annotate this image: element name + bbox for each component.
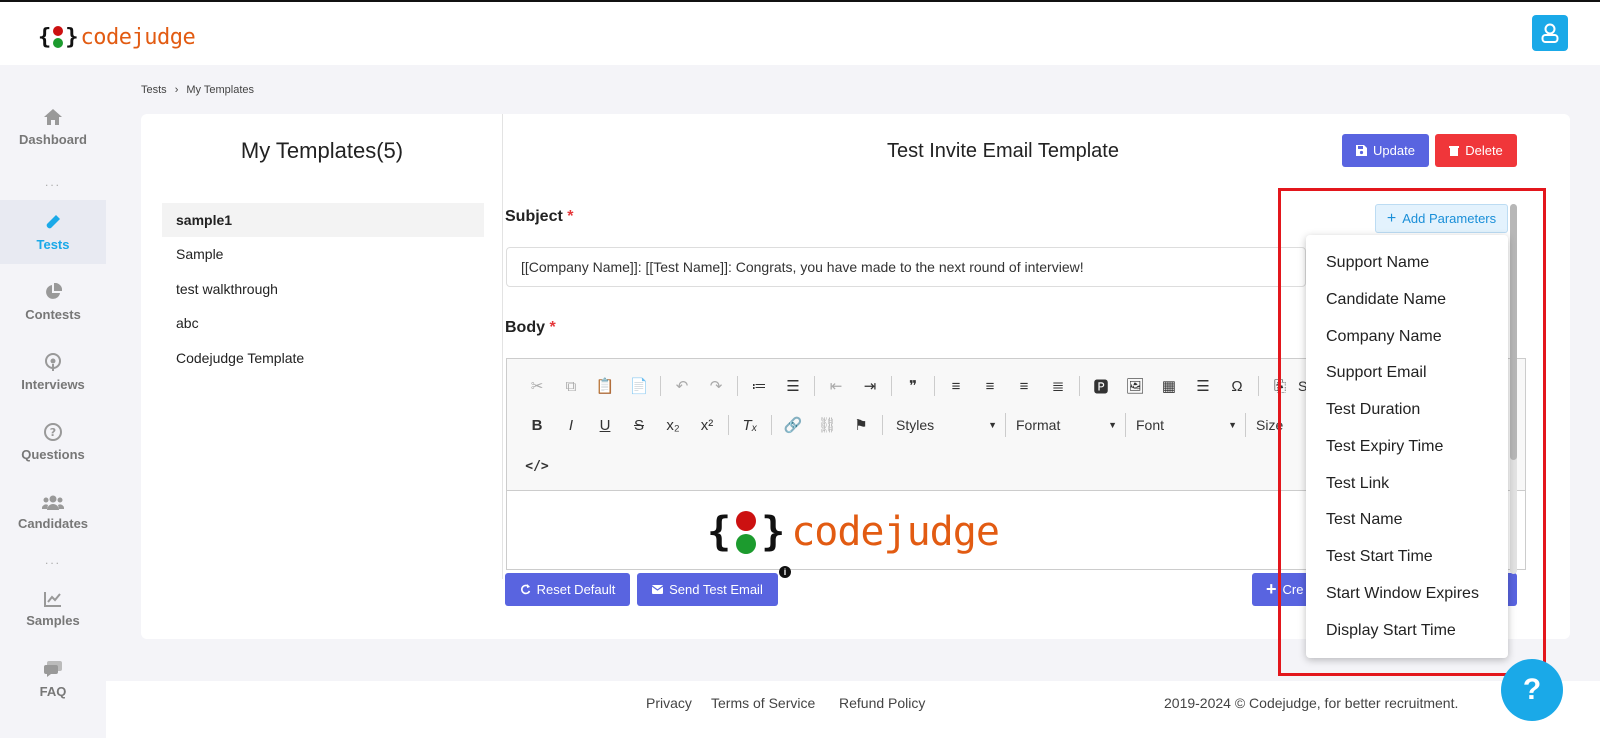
- template-item[interactable]: sample1: [162, 203, 484, 237]
- bulleted-list-icon[interactable]: ☰: [777, 372, 809, 400]
- align-right-icon[interactable]: ≡: [1008, 372, 1040, 400]
- sidebar-item-dashboard[interactable]: Dashboard: [0, 95, 106, 159]
- italic-icon[interactable]: I: [555, 411, 587, 439]
- underline-icon[interactable]: U: [589, 411, 621, 439]
- paragraph-icon[interactable]: 🅿: [1085, 372, 1117, 400]
- code-icon[interactable]: </>: [521, 452, 553, 480]
- delete-button[interactable]: Delete: [1435, 134, 1517, 167]
- podcast-icon: [45, 352, 61, 371]
- top-bar: { } codejudge: [0, 0, 1600, 65]
- table-icon[interactable]: ▦: [1153, 372, 1185, 400]
- styles-dropdown[interactable]: Styles ▼: [888, 413, 1006, 437]
- codejudge-logo[interactable]: { } codejudge: [38, 22, 196, 52]
- special-char-icon[interactable]: Ω: [1221, 372, 1253, 400]
- highlight-box: [1278, 188, 1546, 676]
- horizontal-line-icon[interactable]: ☰: [1187, 372, 1219, 400]
- strikethrough-icon[interactable]: S: [623, 411, 655, 439]
- breadcrumb: Tests › My Templates: [141, 84, 255, 96]
- breadcrumb-current: My Templates: [186, 84, 255, 96]
- save-icon: [1356, 145, 1368, 156]
- indent-icon[interactable]: ⇥: [854, 372, 886, 400]
- format-dropdown[interactable]: Format ▼: [1008, 413, 1126, 437]
- template-item[interactable]: abc: [162, 306, 484, 340]
- template-item[interactable]: test walkthrough: [162, 272, 484, 306]
- subscript-icon[interactable]: x₂: [657, 411, 689, 439]
- sidebar-item-faq[interactable]: FAQ: [0, 647, 106, 711]
- anchor-flag-icon[interactable]: ⚑: [845, 411, 877, 439]
- privacy-link[interactable]: Privacy: [646, 695, 692, 711]
- paste-icon[interactable]: 📋: [589, 372, 621, 400]
- user-icon: [1541, 23, 1559, 43]
- subject-label: Subject *: [505, 208, 574, 225]
- link-icon[interactable]: 🔗: [777, 411, 809, 439]
- question-circle-icon: ?: [44, 422, 62, 441]
- envelope-icon: [652, 585, 664, 594]
- undo-icon[interactable]: ↶: [666, 372, 698, 400]
- align-left-icon[interactable]: ≡: [940, 372, 972, 400]
- sidebar-item-questions[interactable]: ? Questions: [0, 410, 106, 474]
- clear-format-icon[interactable]: Tₓ: [734, 411, 766, 439]
- chat-icon: [44, 660, 62, 677]
- info-icon[interactable]: i: [779, 566, 791, 578]
- pie-chart-icon: [46, 282, 62, 299]
- cut-icon[interactable]: ✂: [521, 372, 553, 400]
- reset-default-button[interactable]: Reset Default: [505, 573, 630, 606]
- templates-list-panel: My Templates(5) sample1 Sample test walk…: [141, 114, 503, 579]
- blockquote-icon[interactable]: ❞: [897, 372, 929, 400]
- brand-name: codejudge: [80, 24, 196, 50]
- refresh-icon: [520, 584, 530, 595]
- user-profile-button[interactable]: [1532, 15, 1568, 51]
- align-justify-icon[interactable]: ≣: [1042, 372, 1074, 400]
- template-item[interactable]: Sample: [162, 237, 484, 271]
- sidebar-item-samples[interactable]: Samples: [0, 577, 106, 641]
- home-icon: [44, 108, 62, 125]
- flask-icon: [46, 214, 60, 228]
- image-icon[interactable]: 🖼: [1119, 372, 1151, 400]
- line-chart-icon: [44, 591, 61, 607]
- sidebar-item-contests[interactable]: Contests: [0, 270, 106, 334]
- update-button[interactable]: Update: [1342, 134, 1429, 167]
- copyright: 2019-2024 © Codejudge, for better recrui…: [1164, 695, 1459, 711]
- unlink-icon[interactable]: ⛓: [811, 411, 843, 439]
- plus-icon: +: [1266, 579, 1277, 599]
- send-test-email-button[interactable]: Send Test Email: [637, 573, 778, 606]
- template-item[interactable]: Codejudge Template: [162, 341, 484, 375]
- align-center-icon[interactable]: ≡: [974, 372, 1006, 400]
- superscript-icon[interactable]: x²: [691, 411, 723, 439]
- help-button[interactable]: ?: [1501, 659, 1563, 721]
- copy-icon[interactable]: ⧉: [555, 372, 587, 400]
- breadcrumb-tests-link[interactable]: Tests: [141, 84, 167, 96]
- refund-policy-link[interactable]: Refund Policy: [839, 695, 925, 711]
- sidebar-item-interviews[interactable]: Interviews: [0, 340, 106, 404]
- bold-icon[interactable]: B: [521, 411, 553, 439]
- font-dropdown[interactable]: Font ▼: [1128, 413, 1246, 437]
- paste-text-icon[interactable]: 📄: [623, 372, 655, 400]
- subject-input[interactable]: [[Company Name]]: [[Test Name]]: Congrat…: [506, 247, 1306, 287]
- footer: Privacy Terms of Service Refund Policy 2…: [106, 681, 1600, 738]
- redo-icon[interactable]: ↷: [700, 372, 732, 400]
- trash-icon: [1449, 146, 1460, 156]
- svg-text:?: ?: [50, 426, 56, 439]
- sidebar-item-candidates[interactable]: Candidates: [0, 480, 106, 544]
- templates-title: My Templates(5): [240, 138, 404, 163]
- numbered-list-icon[interactable]: ≔: [743, 372, 775, 400]
- sidebar-item-tests[interactable]: Tests: [0, 200, 106, 264]
- users-icon: [42, 495, 64, 510]
- sidebar: Dashboard ... Tests Contests Interviews …: [0, 65, 106, 738]
- body-logo-image: { } codejudge: [707, 509, 1000, 555]
- terms-link[interactable]: Terms of Service: [711, 695, 815, 711]
- body-label: Body *: [505, 319, 556, 336]
- outdent-icon[interactable]: ⇤: [820, 372, 852, 400]
